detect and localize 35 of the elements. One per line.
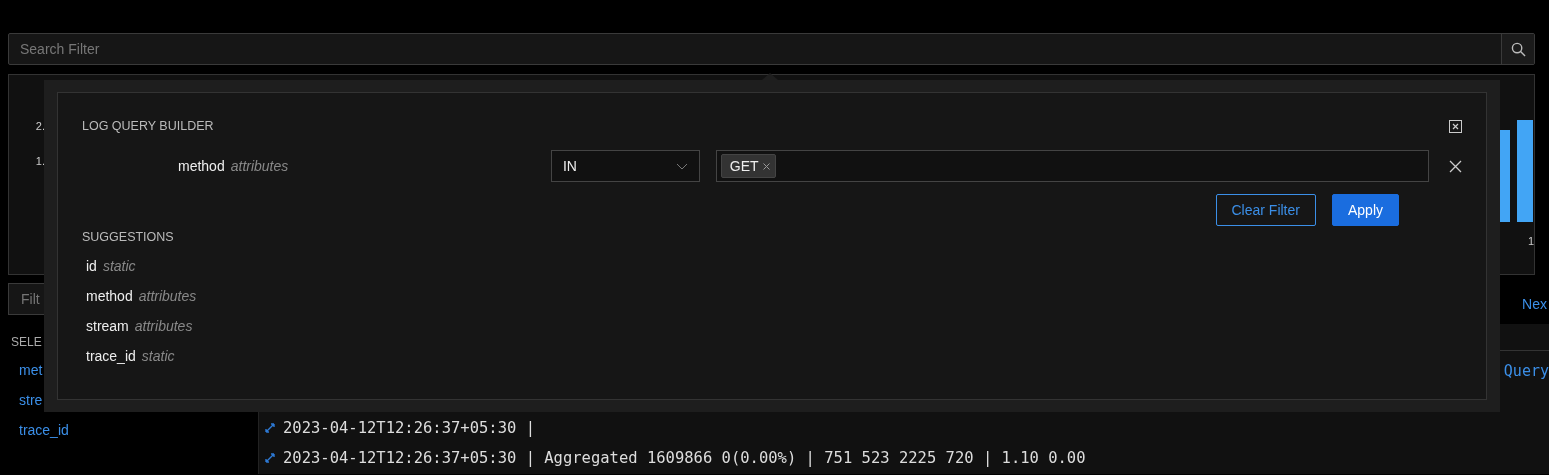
field-type: attributes [230,158,289,174]
section-heading: SELE [11,335,43,349]
axis-label: 2. [35,120,45,132]
next-link[interactable]: Nex [1522,295,1549,312]
field-type: static [141,348,175,364]
axis-label: 1. [35,155,45,167]
field-type: static [102,258,136,274]
clear-filter-button[interactable]: Clear Filter [1215,194,1316,226]
log-entry: 2023-04-12T12:26:37+05:30 | Aggregated 1609866 0(0.00%) | 751 523 2225 720 | 1.10 0.00 [283,449,1086,467]
expand-icon[interactable] [265,423,275,433]
query-link[interactable]: Query [1503,362,1549,380]
field-name: method [178,158,225,174]
tag-label: GET [729,158,759,174]
suggestion-field[interactable]: stream [86,318,129,334]
remove-condition-button[interactable] [1449,159,1462,173]
field-type: attributes [138,288,197,304]
search-button[interactable] [1501,34,1534,64]
field-link[interactable]: trace_id [19,422,258,438]
log-entry: 2023-04-12T12:26:37+05:30 | [283,419,535,437]
suggestion-field[interactable]: id [86,258,97,274]
field-type: attributes [134,318,193,334]
operator-select[interactable]: IN [550,150,700,182]
expand-icon[interactable] [265,453,275,463]
remove-tag-icon[interactable] [762,162,770,170]
values-field[interactable]: GET [715,150,1429,182]
close-icon[interactable] [1449,119,1462,133]
apply-button[interactable]: Apply [1331,194,1399,226]
suggestion-field[interactable]: trace_id [86,348,136,364]
suggestion-field[interactable]: method [86,288,133,304]
chevron-down-icon [675,162,688,170]
dialog-title: LOG QUERY BUILDER [82,119,214,133]
axis-label: 1 [1527,235,1534,247]
close-icon [1449,159,1462,173]
search-icon [1510,41,1526,57]
section-heading: SUGGESTIONS [82,230,175,244]
